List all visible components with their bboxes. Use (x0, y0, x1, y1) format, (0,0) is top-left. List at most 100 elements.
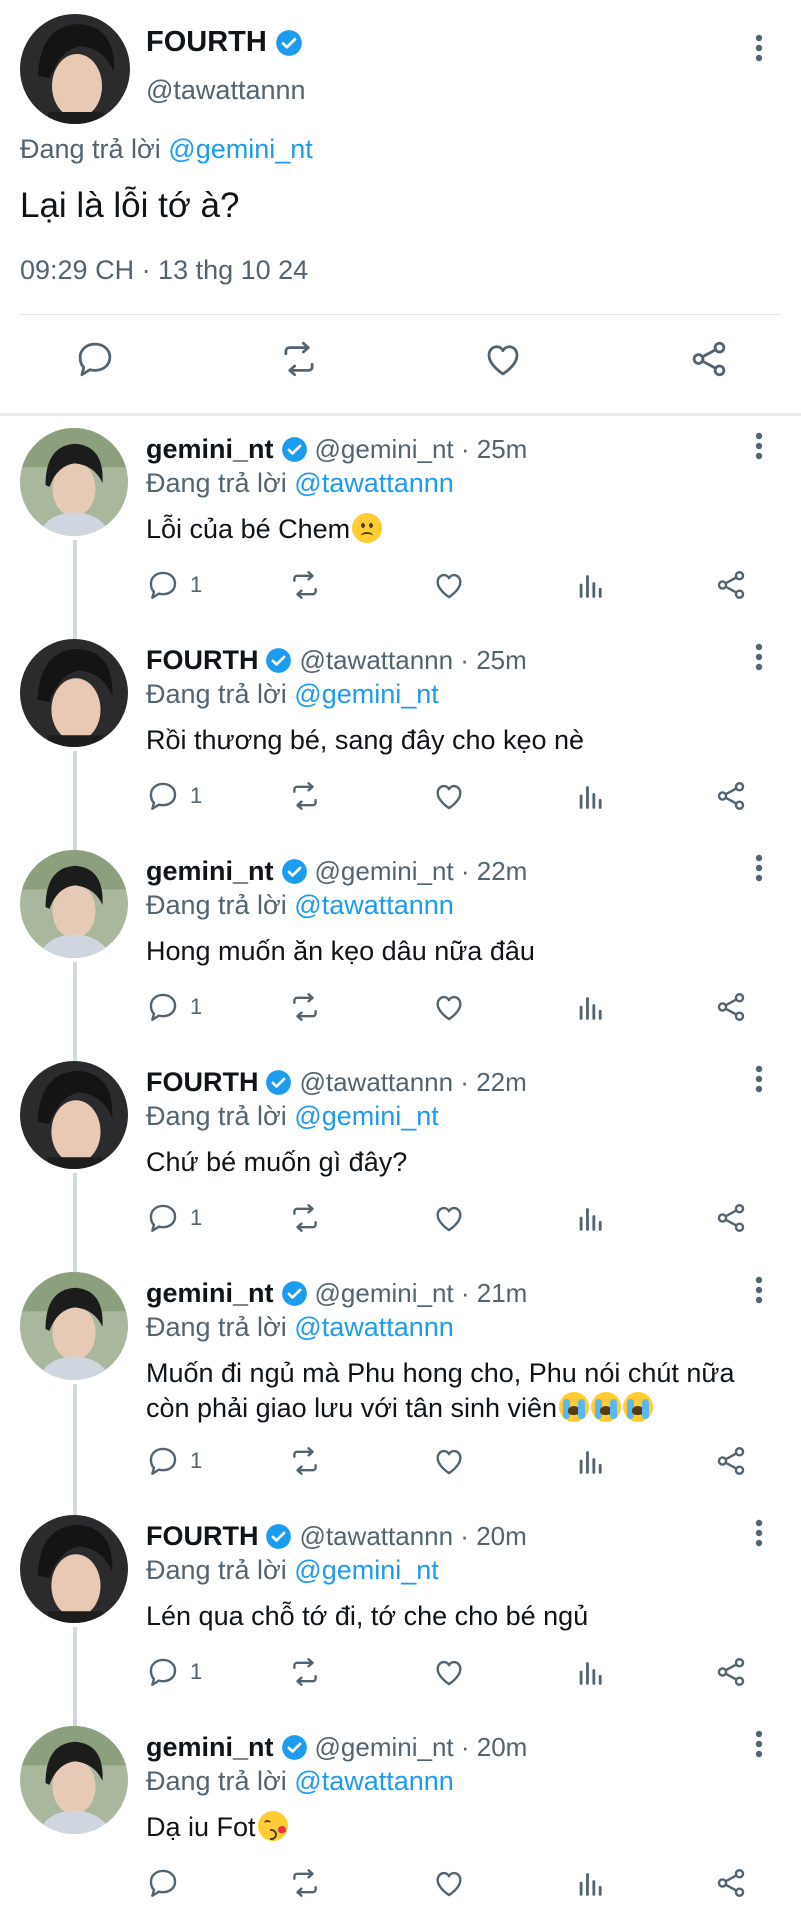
reply-button[interactable]: 1 (146, 1201, 202, 1235)
author-name[interactable]: gemini_nt (146, 1278, 274, 1309)
reply-icon[interactable] (146, 1201, 180, 1235)
author-handle-time[interactable]: @gemini_nt · 21m (315, 1278, 528, 1309)
like-icon[interactable] (432, 568, 466, 602)
like-icon[interactable] (432, 1444, 466, 1478)
author-name[interactable]: FOURTH (146, 26, 267, 59)
replying-to-link[interactable]: @gemini_nt (168, 134, 312, 164)
fourth-avatar[interactable] (20, 1061, 128, 1169)
retweet-icon[interactable] (286, 1655, 324, 1689)
replying-to-link[interactable]: @tawattannn (294, 890, 454, 920)
verified-badge-icon (281, 1281, 307, 1306)
like-icon[interactable] (482, 338, 524, 380)
views-icon[interactable] (574, 1866, 608, 1900)
reply-button[interactable]: 1 (146, 779, 202, 813)
views-icon[interactable] (574, 568, 608, 602)
more-options-icon[interactable] (755, 1065, 763, 1093)
reply-tweet[interactable]: gemini_nt @gemini_nt · 22m Đang trả lời … (0, 850, 801, 1064)
share-icon[interactable] (714, 1201, 748, 1235)
retweet-icon[interactable] (286, 990, 324, 1024)
share-icon[interactable] (688, 338, 730, 380)
author-name[interactable]: gemini_nt (146, 1732, 274, 1763)
author-handle[interactable]: @tawattannn (146, 75, 306, 106)
reply-tweet[interactable]: gemini_nt @gemini_nt · 25m Đang trả lời … (0, 428, 801, 642)
reply-icon[interactable] (146, 1655, 180, 1689)
fourth-avatar[interactable] (20, 639, 128, 747)
more-options-icon[interactable] (755, 34, 763, 62)
reply-tweet[interactable]: FOURTH @tawattannn · 25m Đang trả lời @g… (0, 639, 801, 853)
author-name[interactable]: FOURTH (146, 1067, 258, 1098)
replying-to-link[interactable]: @gemini_nt (294, 679, 438, 709)
share-icon[interactable] (714, 568, 748, 602)
fourth-avatar[interactable] (20, 1515, 128, 1623)
retweet-icon[interactable] (286, 1201, 324, 1235)
retweet-icon[interactable] (286, 568, 324, 602)
replying-to-link[interactable]: @tawattannn (294, 1766, 454, 1796)
gemini-avatar[interactable] (20, 850, 128, 958)
reply-button[interactable]: 1 (146, 1655, 202, 1689)
author-handle-time[interactable]: @gemini_nt · 25m (315, 434, 528, 465)
views-icon[interactable] (574, 1201, 608, 1235)
reply-tweet[interactable]: FOURTH @tawattannn · 20m Đang trả lời @g… (0, 1515, 801, 1729)
reply-icon[interactable] (146, 990, 180, 1024)
views-icon[interactable] (574, 779, 608, 813)
replying-prefix: Đang trả lời (146, 679, 287, 709)
replying-to-link[interactable]: @gemini_nt (294, 1101, 438, 1131)
reply-count: 1 (190, 1659, 203, 1684)
reply-button[interactable]: 1 (146, 1444, 202, 1478)
reply-icon[interactable] (146, 1866, 180, 1900)
thread-line (73, 962, 77, 1064)
author-name[interactable]: FOURTH (146, 645, 258, 676)
more-options-icon[interactable] (755, 854, 763, 882)
gemini-avatar[interactable] (20, 1272, 128, 1380)
author-handle-time[interactable]: @tawattannn · 20m (299, 1521, 526, 1552)
views-icon[interactable] (574, 1444, 608, 1478)
share-icon[interactable] (714, 1655, 748, 1689)
reply-button[interactable]: 1 (146, 990, 202, 1024)
more-options-icon[interactable] (755, 432, 763, 460)
gemini-avatar[interactable] (20, 428, 128, 536)
reply-tweet[interactable]: gemini_nt @gemini_nt · 20m Đang trả lời … (0, 1726, 801, 1920)
views-icon[interactable] (574, 990, 608, 1024)
more-options-icon[interactable] (755, 1519, 763, 1547)
author-handle-time[interactable]: @gemini_nt · 20m (315, 1732, 528, 1763)
views-icon[interactable] (574, 1655, 608, 1689)
share-icon[interactable] (714, 990, 748, 1024)
reply-icon[interactable] (74, 338, 116, 380)
reply-icon[interactable] (146, 1444, 180, 1478)
replying-to-link[interactable]: @gemini_nt (294, 1555, 438, 1585)
more-options-icon[interactable] (755, 643, 763, 671)
retweet-icon[interactable] (286, 1444, 324, 1478)
retweet-icon[interactable] (276, 338, 322, 380)
replying-to-link[interactable]: @tawattannn (294, 468, 454, 498)
more-options-icon[interactable] (755, 1276, 763, 1304)
reply-icon[interactable] (146, 779, 180, 813)
like-icon[interactable] (432, 1866, 466, 1900)
author-handle-time[interactable]: @gemini_nt · 22m (315, 856, 528, 887)
reply-button[interactable] (146, 1866, 190, 1900)
more-options-icon[interactable] (755, 1730, 763, 1758)
author-name[interactable]: FOURTH (146, 1521, 258, 1552)
replying-to-link[interactable]: @tawattannn (294, 1312, 454, 1342)
action-bar: 1 (146, 568, 766, 612)
author-handle-time[interactable]: @tawattannn · 22m (299, 1067, 526, 1098)
reply-button[interactable]: 1 (146, 568, 202, 602)
gemini-avatar[interactable] (20, 1726, 128, 1834)
author-handle-time[interactable]: @tawattannn · 25m (299, 645, 526, 676)
reply-tweet[interactable]: gemini_nt @gemini_nt · 21m Đang trả lời … (0, 1272, 801, 1516)
retweet-icon[interactable] (286, 779, 324, 813)
like-icon[interactable] (432, 779, 466, 813)
reply-tweet[interactable]: FOURTH @tawattannn · 22m Đang trả lời @g… (0, 1061, 801, 1275)
like-icon[interactable] (432, 1201, 466, 1235)
tweet-timestamp[interactable]: 09:29 CH · 13 thg 10 24 (20, 255, 308, 286)
share-icon[interactable] (714, 1444, 748, 1478)
replying-prefix: Đang trả lời (146, 1101, 287, 1131)
author-name[interactable]: gemini_nt (146, 434, 274, 465)
share-icon[interactable] (714, 779, 748, 813)
retweet-icon[interactable] (286, 1866, 324, 1900)
like-icon[interactable] (432, 990, 466, 1024)
share-icon[interactable] (714, 1866, 748, 1900)
fourth-avatar[interactable] (20, 14, 130, 124)
author-name[interactable]: gemini_nt (146, 856, 274, 887)
like-icon[interactable] (432, 1655, 466, 1689)
reply-icon[interactable] (146, 568, 180, 602)
